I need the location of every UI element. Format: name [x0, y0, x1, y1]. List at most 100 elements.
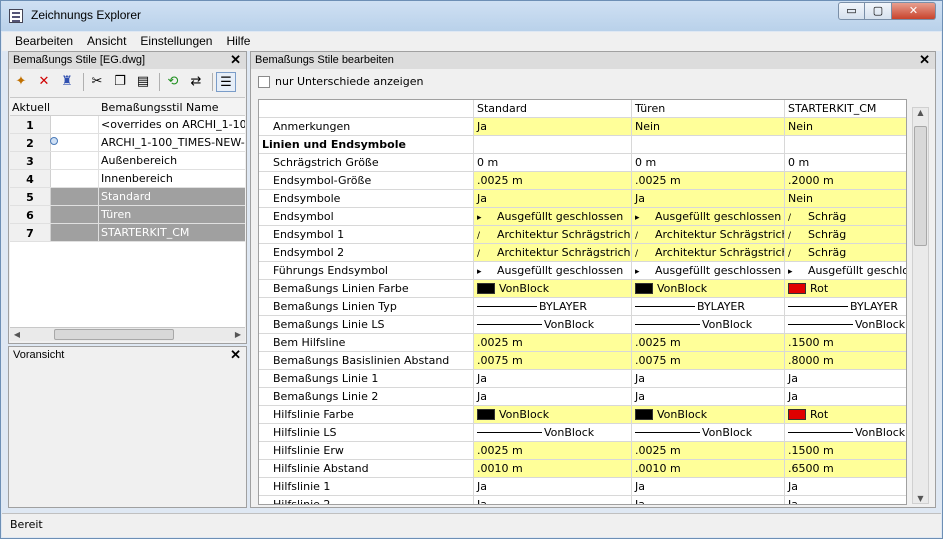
property-value-cell[interactable]: Ja: [785, 478, 906, 496]
property-value-cell[interactable]: .0025 m: [474, 334, 632, 352]
menu-einstellungen[interactable]: Einstellungen: [133, 32, 219, 51]
style-name[interactable]: STARTERKIT_CM: [99, 224, 245, 241]
paste-icon[interactable]: ▤: [133, 72, 153, 92]
property-value-cell[interactable]: Ja: [474, 370, 632, 388]
close-button[interactable]: ✕: [892, 2, 936, 20]
property-value-cell[interactable]: .0075 m: [474, 352, 632, 370]
property-value-cell[interactable]: .8000 m: [785, 352, 906, 370]
column-header[interactable]: Standard: [474, 100, 632, 118]
property-value-cell[interactable]: .0025 m: [632, 172, 785, 190]
property-value-cell[interactable]: VonBlock: [474, 316, 632, 334]
current-cell[interactable]: [51, 206, 99, 223]
property-label[interactable]: Hilfslinie Farbe: [259, 406, 474, 424]
table-view-icon[interactable]: ☰: [216, 72, 236, 92]
style-name[interactable]: Türen: [99, 206, 245, 223]
property-value-cell[interactable]: ▸ Ausgefüllt geschlossen: [474, 208, 632, 226]
table-row[interactable]: 4 Innenbereich: [10, 170, 245, 188]
property-value-cell[interactable]: VonBlock: [785, 424, 906, 442]
checkbox-box[interactable]: [258, 75, 270, 88]
menu-hilfe[interactable]: Hilfe: [219, 32, 257, 51]
property-value-cell[interactable]: ▸ Ausgefüllt geschlossen: [632, 262, 785, 280]
property-label[interactable]: Bem Hilfsline: [259, 334, 474, 352]
property-value-cell[interactable]: VonBlock: [632, 424, 785, 442]
property-value-cell[interactable]: .0025 m: [632, 442, 785, 460]
section-header[interactable]: Linien und Endsymbole: [259, 136, 474, 154]
property-label[interactable]: Hilfslinie Abstand: [259, 460, 474, 478]
table-row[interactable]: 5 Standard: [10, 188, 245, 206]
table-row[interactable]: 1 <overrides on ARCHI_1-100_T: [10, 116, 245, 134]
table-row[interactable]: 7 STARTERKIT_CM: [10, 224, 245, 242]
style-name[interactable]: Außenbereich: [99, 152, 245, 169]
property-value-cell[interactable]: Ja: [632, 388, 785, 406]
current-cell[interactable]: [51, 224, 99, 241]
table-row[interactable]: 3 Außenbereich: [10, 152, 245, 170]
horizontal-scrollbar[interactable]: ◀ ▶: [10, 327, 245, 341]
current-cell[interactable]: [51, 188, 99, 205]
property-value-cell[interactable]: BYLAYER: [474, 298, 632, 316]
property-value-cell[interactable]: Ja: [632, 478, 785, 496]
property-value-cell[interactable]: Ja: [474, 388, 632, 406]
property-value-cell[interactable]: .2000 m: [785, 172, 906, 190]
property-value-cell[interactable]: .0010 m: [632, 460, 785, 478]
column-header[interactable]: Türen: [632, 100, 785, 118]
property-value-cell[interactable]: VonBlock: [474, 424, 632, 442]
table-row[interactable]: 6 Türen: [10, 206, 245, 224]
property-value-cell[interactable]: Ja: [785, 496, 906, 504]
scroll-thumb[interactable]: [54, 329, 174, 340]
property-value-cell[interactable]: 0 m: [632, 154, 785, 172]
current-cell[interactable]: [51, 170, 99, 187]
property-label[interactable]: Schrägstrich Größe: [259, 154, 474, 172]
copy-icon[interactable]: ❐: [110, 72, 130, 92]
scroll-left-icon[interactable]: ◀: [10, 328, 24, 341]
property-value-cell[interactable]: Ja: [632, 190, 785, 208]
maximize-button[interactable]: ▢: [865, 2, 892, 20]
property-value-cell[interactable]: ▸ Ausgefüllt geschlossen: [785, 262, 906, 280]
property-value-cell[interactable]: Ja: [474, 496, 632, 504]
property-label[interactable]: Bemaßungs Linien Farbe: [259, 280, 474, 298]
property-label[interactable]: Endsymbol-Größe: [259, 172, 474, 190]
property-value-cell[interactable]: ▸ Ausgefüllt geschlossen: [474, 262, 632, 280]
property-label[interactable]: Bemaßungs Linien Typ: [259, 298, 474, 316]
table-row[interactable]: 2 ARCHI_1-100_TIMES-NEW-F: [10, 134, 245, 152]
style-name[interactable]: ARCHI_1-100_TIMES-NEW-F: [99, 134, 245, 151]
minimize-button[interactable]: ▭: [838, 2, 865, 20]
property-value-cell[interactable]: ∕ Architektur Schrägstrich: [632, 226, 785, 244]
property-label[interactable]: Bemaßungs Linie 1: [259, 370, 474, 388]
property-label[interactable]: Hilfslinie LS: [259, 424, 474, 442]
property-value-cell[interactable]: Ja: [632, 370, 785, 388]
style-name[interactable]: Standard: [99, 188, 245, 205]
menu-bearbeiten[interactable]: Bearbeiten: [8, 32, 80, 51]
style-name[interactable]: Innenbereich: [99, 170, 245, 187]
property-value-cell[interactable]: Rot: [785, 280, 906, 298]
property-value-cell[interactable]: ∕ Schräg: [785, 208, 906, 226]
property-value-cell[interactable]: Ja: [474, 190, 632, 208]
only-differences-checkbox[interactable]: nur Unterschiede anzeigen: [258, 75, 423, 88]
property-value-cell[interactable]: ∕ Schräg: [785, 244, 906, 262]
vertical-scrollbar[interactable]: ▲ ▼: [912, 107, 929, 504]
property-value-cell[interactable]: Ja: [785, 388, 906, 406]
property-value-cell[interactable]: .1500 m: [785, 442, 906, 460]
close-icon[interactable]: ✕: [230, 347, 241, 363]
current-cell[interactable]: [51, 152, 99, 169]
property-label[interactable]: Hilfslinie 1: [259, 478, 474, 496]
property-value-cell[interactable]: VonBlock: [785, 316, 906, 334]
delete-icon[interactable]: ✕: [34, 72, 54, 92]
current-cell[interactable]: [50, 134, 99, 151]
property-value-cell[interactable]: .0025 m: [474, 442, 632, 460]
property-value-cell[interactable]: VonBlock: [632, 316, 785, 334]
property-label[interactable]: Führungs Endsymbol: [259, 262, 474, 280]
property-value-cell[interactable]: Rot: [785, 406, 906, 424]
property-value-cell[interactable]: Ja: [785, 370, 906, 388]
property-label[interactable]: Bemaßungs Linie 2: [259, 388, 474, 406]
property-value-cell[interactable]: Nein: [785, 190, 906, 208]
property-value-cell[interactable]: VonBlock: [632, 406, 785, 424]
scroll-down-icon[interactable]: ▼: [913, 494, 928, 503]
style-name[interactable]: <overrides on ARCHI_1-100_T: [99, 116, 245, 133]
property-label[interactable]: Bemaßungs Linie LS: [259, 316, 474, 334]
property-value-cell[interactable]: Nein: [785, 118, 906, 136]
column-header[interactable]: STARTERKIT_CM: [785, 100, 906, 118]
property-value-cell[interactable]: Ja: [632, 496, 785, 504]
property-value-cell[interactable]: Nein: [632, 118, 785, 136]
property-value-cell[interactable]: .0075 m: [632, 352, 785, 370]
property-label[interactable]: Bemaßungs Basislinien Abstand: [259, 352, 474, 370]
